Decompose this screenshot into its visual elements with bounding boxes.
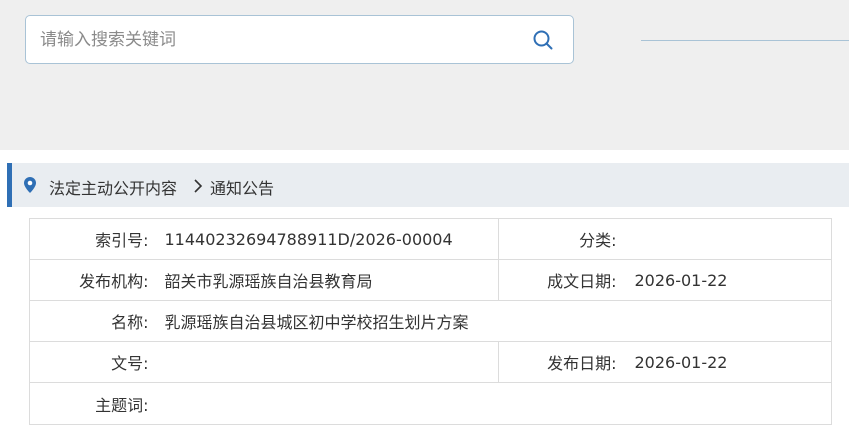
index-number-label: 索引号: xyxy=(29,218,153,260)
category-value xyxy=(620,218,832,260)
document-date-value: 2026-01-22 xyxy=(620,259,832,301)
table-row: 索引号: 11440232694788911D/2026-00004 分类: xyxy=(29,218,832,260)
title-label: 名称: xyxy=(29,300,153,342)
publisher-value: 韶关市乳源瑶族自治县教育局 xyxy=(152,259,499,301)
breadcrumb-item-parent[interactable]: 法定主动公开内容 xyxy=(49,175,177,199)
category-label: 分类: xyxy=(498,218,621,260)
table-row: 主题词: xyxy=(29,382,832,425)
index-number-value: 11440232694788911D/2026-00004 xyxy=(152,218,499,260)
keywords-label: 主题词: xyxy=(29,382,153,425)
document-number-value xyxy=(152,341,499,383)
publisher-label: 发布机构: xyxy=(29,259,153,301)
table-row: 发布机构: 韶关市乳源瑶族自治县教育局 成文日期: 2026-01-22 xyxy=(29,259,832,301)
search-icon[interactable] xyxy=(531,28,555,52)
document-date-label: 成文日期: xyxy=(498,259,621,301)
document-number-label: 文号: xyxy=(29,341,153,383)
search-box xyxy=(25,15,574,64)
table-row: 文号: 发布日期: 2026-01-22 xyxy=(29,341,832,383)
publish-date-value: 2026-01-22 xyxy=(620,341,832,383)
breadcrumb-item-current: 通知公告 xyxy=(210,179,275,198)
document-info-table: 索引号: 11440232694788911D/2026-00004 分类: 发… xyxy=(29,218,832,425)
table-row: 名称: 乳源瑶族自治县城区初中学校招生划片方案 xyxy=(29,300,832,342)
publish-date-label: 发布日期: xyxy=(498,341,621,383)
title-value: 乳源瑶族自治县城区初中学校招生划片方案 xyxy=(152,300,832,342)
header-divider-line xyxy=(641,40,849,41)
search-input[interactable] xyxy=(40,16,520,63)
breadcrumb: 法定主动公开内容 通知公告 xyxy=(7,163,849,207)
chevron-right-icon xyxy=(193,178,203,193)
location-pin-icon xyxy=(24,177,36,193)
keywords-value xyxy=(152,382,832,425)
